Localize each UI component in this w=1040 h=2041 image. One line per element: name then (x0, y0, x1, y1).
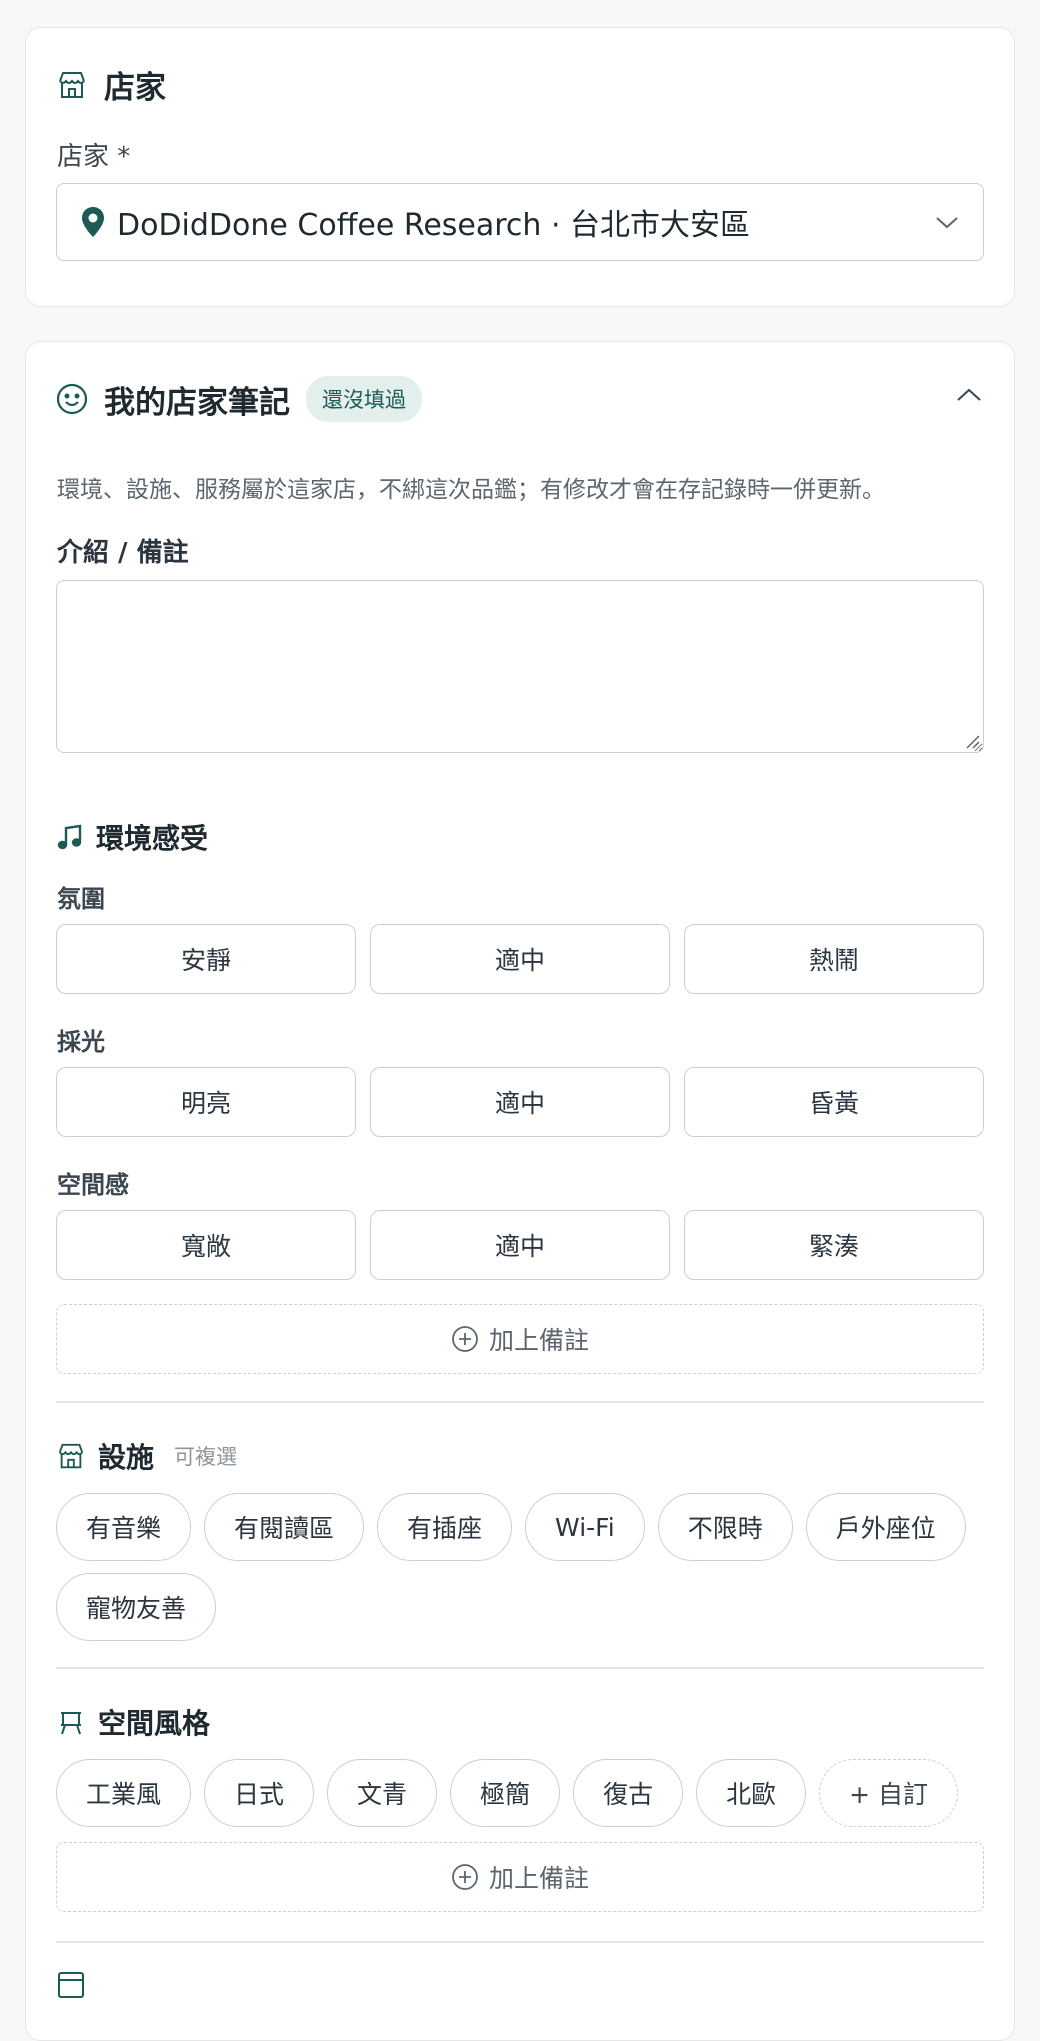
chip-retro[interactable]: 復古 (573, 1759, 684, 1827)
lighting-label: 採光 (57, 1028, 105, 1056)
chip-japanese[interactable]: 日式 (204, 1759, 315, 1827)
style-title: 空間風格 (98, 1707, 211, 1740)
chip-no-time-limit[interactable]: 不限時 (657, 1493, 793, 1561)
facilities-title: 設施 (98, 1441, 155, 1474)
resize-grip-icon[interactable] (963, 732, 981, 750)
chevron-down-icon (936, 217, 958, 229)
option-moderate[interactable]: 適中 (370, 924, 670, 994)
chip-pet-friendly[interactable]: 寵物友善 (56, 1573, 217, 1641)
chip-industrial[interactable]: 工業風 (56, 1759, 192, 1827)
environment-title: 環境感受 (96, 822, 209, 855)
selected-store-text: DoDidDone Coffee Research · 台北市大安區 (117, 208, 751, 243)
smile-icon (56, 383, 88, 415)
lighting-options: 明亮 適中 昏黃 (56, 1067, 984, 1137)
store-card: 店家 店家 * DoDidDone Coffee Research · 台北市大… (25, 27, 1015, 307)
option-quiet[interactable]: 安靜 (56, 924, 356, 994)
store-card-title: 店家 (104, 70, 166, 106)
intro-label: 介紹 / 備註 (57, 538, 189, 568)
divider (56, 1667, 984, 1669)
option-moderate[interactable]: 適中 (370, 1210, 670, 1280)
store-field-label: 店家 * (57, 142, 131, 172)
store-icon (58, 1443, 84, 1469)
chip-artsy[interactable]: 文青 (327, 1759, 438, 1827)
partial-section-icon (58, 1972, 84, 1998)
chip-power-outlet[interactable]: 有插座 (377, 1493, 513, 1561)
chip-custom-button[interactable]: + 自訂 (819, 1759, 958, 1827)
intro-textarea[interactable] (56, 580, 984, 753)
store-notes-card: 我的店家筆記 還沒填過 環境、設施、服務屬於這家店，不綁這次品鑑；有修改才會在存… (25, 341, 1015, 2041)
option-moderate[interactable]: 適中 (370, 1067, 670, 1137)
notes-card-header: 我的店家筆記 還沒填過 (56, 376, 422, 422)
store-select[interactable]: DoDidDone Coffee Research · 台北市大安區 (56, 183, 984, 261)
facilities-chips: 有音樂 有閱讀區 有插座 Wi-Fi 不限時 戶外座位 寵物友善 (56, 1493, 996, 1641)
plus-circle-icon (452, 1326, 478, 1352)
environment-add-note-button[interactable]: 加上備註 (56, 1304, 984, 1374)
music-note-icon (57, 824, 82, 850)
divider (56, 1941, 984, 1943)
chip-wifi[interactable]: Wi-Fi (525, 1493, 645, 1561)
chip-outdoor-seating[interactable]: 戶外座位 (805, 1493, 966, 1561)
chevron-up-icon[interactable] (954, 380, 984, 410)
add-note-label: 加上備註 (488, 1864, 589, 1893)
option-dim[interactable]: 昏黃 (684, 1067, 984, 1137)
environment-section-header: 環境感受 (56, 817, 208, 857)
store-icon (59, 71, 85, 98)
chip-nordic[interactable]: 北歐 (696, 1759, 807, 1827)
style-chips: 工業風 日式 文青 極簡 復古 北歐 + 自訂 (56, 1759, 996, 1827)
option-lively[interactable]: 熱鬧 (684, 924, 984, 994)
option-bright[interactable]: 明亮 (56, 1067, 356, 1137)
style-section-header: 空間風格 (56, 1702, 210, 1742)
chip-minimal[interactable]: 極簡 (450, 1759, 561, 1827)
notes-hint: 環境、設施、服務屬於這家店，不綁這次品鑑；有修改才會在存記錄時一併更新。 (57, 477, 885, 503)
facilities-section-header: 設施 可複選 (56, 1436, 237, 1476)
divider (56, 1401, 984, 1403)
option-spacious[interactable]: 寬敞 (56, 1210, 356, 1280)
chair-icon (61, 1712, 81, 1735)
space-label: 空間感 (57, 1171, 129, 1199)
space-options: 寬敞 適中 緊湊 (56, 1210, 984, 1280)
atmosphere-label: 氛圍 (57, 885, 105, 913)
status-badge: 還沒填過 (306, 376, 422, 422)
store-card-header: 店家 (56, 62, 166, 107)
chip-reading-area[interactable]: 有閱讀區 (204, 1493, 365, 1561)
facilities-subtitle: 可複選 (174, 1445, 238, 1469)
plus-circle-icon (452, 1864, 478, 1890)
chip-music[interactable]: 有音樂 (56, 1493, 192, 1561)
option-compact[interactable]: 緊湊 (684, 1210, 984, 1280)
atmosphere-options: 安靜 適中 熱鬧 (56, 924, 984, 994)
style-add-note-button[interactable]: 加上備註 (56, 1842, 984, 1912)
notes-card-title: 我的店家筆記 (104, 384, 290, 421)
location-pin-icon (82, 207, 104, 237)
add-note-label: 加上備註 (488, 1326, 589, 1355)
